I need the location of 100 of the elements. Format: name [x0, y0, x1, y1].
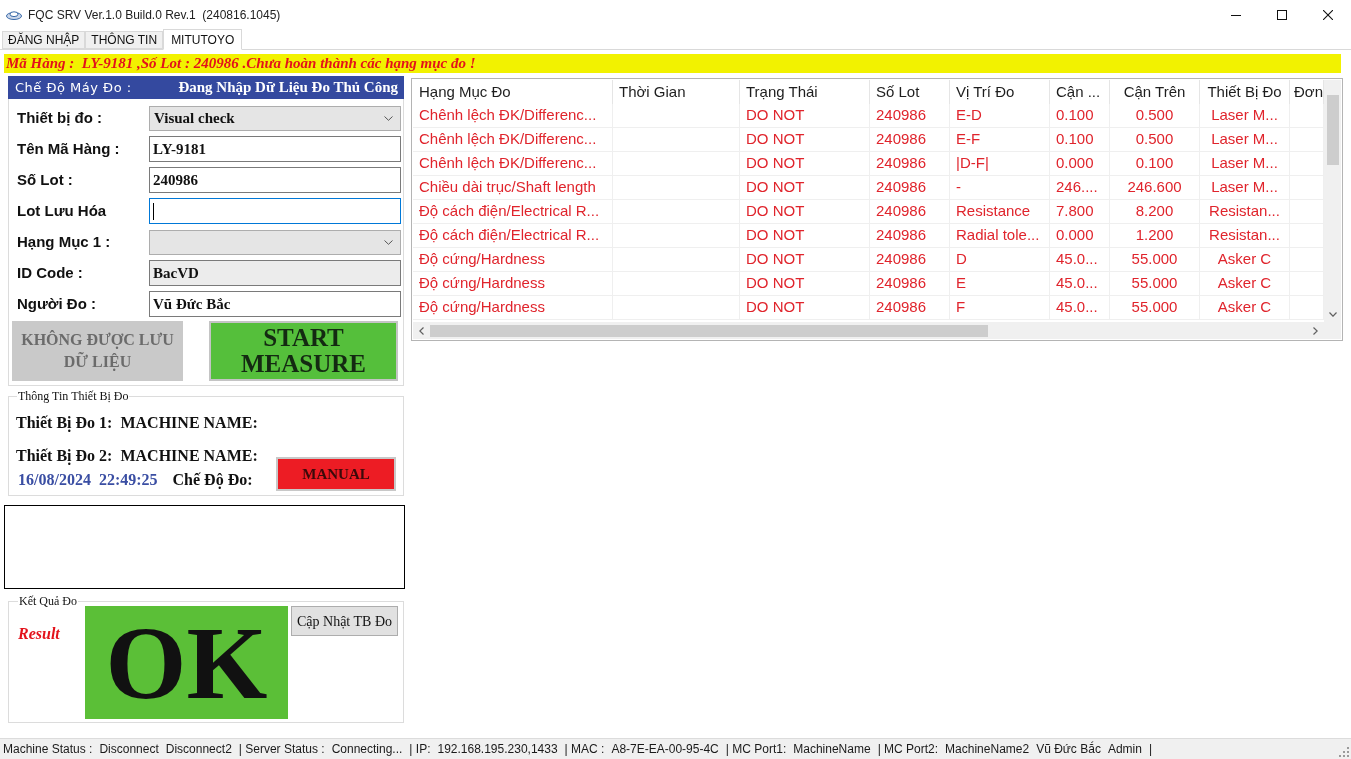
table-cell: Radial tole... [950, 224, 1050, 248]
result-label: Result [18, 625, 60, 642]
table-cell: 246.... [1050, 176, 1110, 200]
table-cell: 0.100 [1050, 104, 1110, 128]
table-cell: Asker C [1200, 272, 1290, 296]
status-text: 192.168.195.230,1433 [437, 741, 558, 758]
table-cell: 240986 [870, 272, 950, 296]
table-cell: 1.200 [1110, 224, 1200, 248]
text-field[interactable]: 240986 [149, 167, 401, 193]
column-header[interactable]: Trạng Thái [740, 80, 870, 104]
table-cell: Resistan... [1200, 224, 1290, 248]
status-text: MachineName2 [945, 741, 1030, 758]
column-header[interactable]: Cận ... [1050, 80, 1110, 104]
device-label: Thiết Bị Đo 2: [16, 446, 113, 466]
table-cell: DO NOT [740, 296, 870, 320]
column-header[interactable]: Vị Trí Đo [950, 80, 1050, 104]
column-header[interactable]: Cận Trên [1110, 80, 1200, 104]
field-label: Thiết bị đo : [16, 107, 103, 128]
close-icon [1323, 10, 1333, 20]
chevron-left-icon[interactable] [419, 326, 424, 335]
field-label: ID Code : [16, 262, 84, 283]
text-field[interactable] [149, 198, 401, 224]
field-label: Tên Mã Hàng : [16, 138, 121, 159]
column-header[interactable]: Thiết Bị Đo [1200, 80, 1290, 104]
table-cell: 45.0... [1050, 248, 1110, 272]
device-name: MACHINE NAME: [120, 413, 258, 433]
status-text: Admin [1107, 741, 1142, 758]
field-label: Hạng Mục 1 : [16, 231, 112, 252]
scrollbar-thumb[interactable] [1326, 95, 1339, 165]
read-only-field[interactable]: BacVD [149, 260, 401, 286]
table-cell: 240986 [870, 296, 950, 320]
table-cell: 0.500 [1110, 104, 1200, 128]
table-cell: - [950, 176, 1050, 200]
status-text: Disconnect2 [165, 741, 232, 758]
table-cell: Chênh lệch ĐK/Differenc... [413, 152, 613, 176]
chevron-down-icon[interactable] [1328, 312, 1337, 317]
date-text: 16/08/2024 [18, 470, 91, 490]
table-cell: 240986 [870, 200, 950, 224]
status-text: Disconnect [99, 741, 159, 758]
table-cell: Asker C [1200, 248, 1290, 272]
table-cell: 240986 [870, 128, 950, 152]
status-text: | IP: [409, 741, 431, 758]
table-cell: Resistan... [1200, 200, 1290, 224]
table-cell: Asker C [1200, 296, 1290, 320]
group-title: Kết Quả Đo [18, 596, 78, 606]
minimize-icon [1231, 14, 1241, 16]
field-label: Số Lot : [16, 169, 74, 190]
device-label: Thiết Bị Đo 1: [16, 413, 113, 433]
table-cell: 240986 [870, 224, 950, 248]
window-title: FQC SRV Ver.1.0 Build.0 Rev.1 (240816.1045) [28, 7, 281, 24]
status-text: | [1148, 741, 1153, 758]
column-header[interactable]: Thời Gian [613, 80, 740, 104]
tab[interactable]: ĐĂNG NHẬP [2, 31, 86, 49]
message-banner: Mã Hàng : LY-9181 ,Số Lot : 240986 .Chưa hoàn thành các hạng mục đo ! [4, 54, 1341, 73]
column-header[interactable]: Số Lot [870, 80, 950, 104]
update-device-button[interactable]: Cập Nhật TB Đo [291, 606, 398, 636]
scrollbar-thumb[interactable] [430, 324, 988, 337]
table-cell: |D-F| [950, 152, 1050, 176]
resize-grip-icon[interactable] [1339, 747, 1349, 757]
table-cell: Độ cứng/Hardness [413, 272, 613, 296]
status-text: Connecting... [331, 741, 403, 758]
vertical-scrollbar[interactable] [1324, 80, 1341, 322]
manual-button[interactable]: MANUAL [276, 457, 396, 491]
table-cell: Độ cách điện/Electrical R... [413, 224, 613, 248]
chevron-down-icon [384, 239, 393, 245]
disc-icon [6, 10, 22, 20]
tab[interactable]: THÔNG TIN [85, 31, 164, 49]
status-text: Machine Status : [3, 741, 93, 758]
table-cell: 240986 [870, 176, 950, 200]
status-text: A8-7E-EA-00-95-4C [611, 741, 719, 758]
table-cell: 0.100 [1110, 152, 1200, 176]
table-cell: DO NOT [740, 224, 870, 248]
status-text: Vũ Đức Bắc [1036, 740, 1101, 758]
table-cell: 8.200 [1110, 200, 1200, 224]
horizontal-scrollbar[interactable] [413, 322, 1324, 339]
mode-label: Chế Độ Đo: [172, 470, 253, 490]
group-title: Thông Tin Thiết Bị Đo [17, 390, 130, 402]
column-header[interactable]: Hạng Mục Đo [413, 80, 613, 104]
table-cell: 240986 [870, 152, 950, 176]
dropdown[interactable] [149, 229, 401, 255]
table-cell: D [950, 248, 1050, 272]
text-field[interactable]: Vũ Đức Bắc [149, 291, 401, 317]
table-cell: DO NOT [740, 152, 870, 176]
table-cell: 240986 [870, 248, 950, 272]
field-label: Lot Lưu Hóa [16, 200, 108, 221]
start-measure-button[interactable]: START MEASURE [209, 321, 398, 381]
text-field[interactable]: LY-9181 [149, 136, 401, 162]
table-cell: Chênh lệch ĐK/Differenc... [413, 104, 613, 128]
tab[interactable]: MITUTOYO [163, 29, 243, 50]
table-cell: E-F [950, 128, 1050, 152]
maximize-icon [1277, 10, 1287, 20]
table-cell: Laser M... [1200, 176, 1290, 200]
text-area[interactable] [4, 505, 405, 589]
table-cell: DO NOT [740, 248, 870, 272]
table-cell: Resistance [950, 200, 1050, 224]
table-cell: 55.000 [1110, 272, 1200, 296]
field-label: Người Đo : [16, 293, 97, 314]
chevron-right-icon[interactable] [1313, 326, 1318, 335]
device-name: MACHINE NAME: [120, 446, 258, 466]
dropdown[interactable]: Visual check [149, 105, 401, 131]
